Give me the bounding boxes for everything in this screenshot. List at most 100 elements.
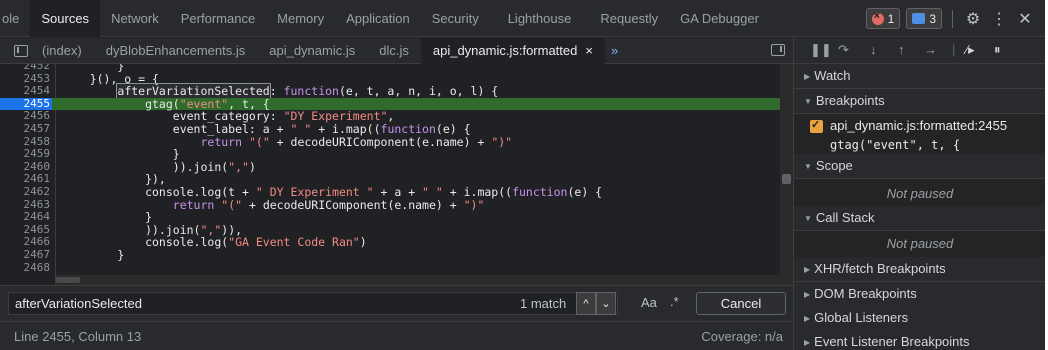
line-number[interactable]: 2462	[0, 186, 51, 198]
errors-badge[interactable]: 1	[865, 8, 901, 29]
line-number[interactable]: 2458	[0, 135, 51, 148]
deactivate-breakpoints-icon[interactable]: ⁄▸	[966, 42, 975, 58]
code-text: )).join(",")),	[62, 222, 243, 237]
code-line[interactable]: 2462 console.log(t + " DY Experiment " +…	[0, 186, 780, 199]
section-call-stack[interactable]: ▼ Call Stack	[794, 206, 1045, 231]
section-scope[interactable]: ▼ Scope	[794, 154, 1045, 179]
line-number[interactable]: 2460	[0, 160, 51, 173]
kebab-icon[interactable]: ⋮	[989, 9, 1009, 29]
errors-count: 1	[887, 11, 895, 26]
tab-application[interactable]: Application	[335, 0, 421, 37]
line-number[interactable]: 2461	[0, 173, 51, 185]
scroll-thumb-h[interactable]	[56, 277, 80, 283]
line-number[interactable]: 2467	[0, 249, 51, 261]
code-text: event_category: "DY Experiment",	[62, 109, 395, 124]
toggle-navigator-icon[interactable]	[14, 44, 28, 57]
coverage-status[interactable]: Coverage: n/a	[701, 329, 783, 344]
line-number[interactable]: 2457	[0, 123, 51, 135]
horizontal-scrollbar[interactable]	[56, 275, 780, 285]
code-line[interactable]: 2459 }	[0, 148, 780, 161]
debugger-toolbar: ❚❚ ↷ ↓ ↑ → | ⁄▸ ⏸	[794, 38, 1045, 64]
tab-lighthouse[interactable]: Lighthouse	[490, 0, 583, 37]
code-line[interactable]: 2456 event_category: "DY Experiment",	[0, 109, 780, 124]
messages-badge[interactable]: 3	[906, 8, 942, 29]
line-number[interactable]: 2455	[0, 97, 52, 110]
step-out-icon[interactable]: ↑	[898, 42, 905, 57]
breakpoint-location: api_dynamic.js:formatted:2455	[830, 118, 1008, 133]
code-text: }	[62, 64, 125, 73]
section-xhr-breakpoints[interactable]: ▶ XHR/fetch Breakpoints	[794, 257, 1045, 282]
pause-on-exceptions-icon[interactable]: ⏸	[994, 42, 1001, 58]
section-event-listener-breakpoints[interactable]: ▶ Event Listener Breakpoints	[794, 330, 1045, 350]
code-line[interactable]: 2463 return "(" + decodeURIComponent(e.n…	[0, 198, 780, 211]
code-line[interactable]: 2454 afterVariationSelected: function(e,…	[0, 83, 780, 100]
messages-count: 3	[929, 11, 936, 26]
code-text: afterVariationSelected: function(e, t, a…	[116, 83, 499, 100]
line-number[interactable]: 2466	[0, 236, 51, 248]
section-dom-breakpoints[interactable]: ▶ DOM Breakpoints	[794, 282, 1045, 307]
scroll-thumb[interactable]	[782, 174, 791, 184]
code-text: gtag("event", t, {	[62, 96, 270, 111]
section-label: Global Listeners	[814, 310, 909, 325]
breakpoint-checkbox[interactable]	[810, 118, 823, 133]
vertical-scrollbar[interactable]	[780, 64, 793, 285]
code-editor[interactable]: 2452 } 2453 }(), o = {2454 afterVariation…	[0, 64, 793, 285]
code-line[interactable]: 2460 )).join(",")	[0, 160, 780, 173]
tab-sources[interactable]: Sources	[30, 0, 101, 37]
step-into-icon[interactable]: ↓	[870, 42, 877, 57]
code-line[interactable]: 2461 }),	[0, 173, 780, 186]
step-over-icon[interactable]: ↷	[838, 42, 849, 58]
code-line[interactable]: 2453 }(), o = {	[0, 72, 780, 85]
toggle-debugger-icon[interactable]	[771, 44, 785, 56]
paused-line[interactable]: 2455 gtag("event", t, {	[0, 96, 780, 111]
previous-match-button[interactable]: ^	[576, 292, 596, 315]
devtools-window: ole Sources Network Performance Memory A…	[0, 0, 1045, 350]
code-line[interactable]: 2468	[0, 261, 780, 274]
tab-ga-debugger[interactable]: GA Debugger	[669, 0, 770, 37]
tab-memory[interactable]: Memory	[266, 0, 335, 37]
file-tab-api-dynamic[interactable]: api_dynamic.js	[257, 38, 367, 64]
pause-icon[interactable]: ❚❚	[810, 42, 832, 58]
toolbar-right: 1 3 ⚙ ⋮ ✕	[865, 0, 1045, 37]
more-tabs-icon[interactable]: »	[605, 43, 618, 58]
line-number[interactable]: 2456	[0, 110, 51, 122]
tab-network[interactable]: Network	[100, 0, 170, 37]
gear-icon[interactable]: ⚙	[963, 9, 983, 29]
file-tab-dyblob[interactable]: dyBlobEnhancements.js	[94, 38, 257, 64]
line-number[interactable]: 2453	[0, 72, 51, 85]
section-global-listeners[interactable]: ▶ Global Listeners	[794, 306, 1045, 331]
code-line[interactable]: 2466 console.log("GA Event Code Ran")	[0, 236, 780, 249]
line-number[interactable]: 2465	[0, 223, 51, 236]
cancel-button[interactable]: Cancel	[696, 292, 786, 315]
line-number[interactable]: 2463	[0, 198, 51, 211]
code-line[interactable]: 2467 }	[0, 249, 780, 262]
match-case-button[interactable]: Aa	[641, 295, 657, 310]
collapsed-triangle-icon: ▶	[804, 72, 811, 81]
regex-button[interactable]: .*	[670, 294, 679, 309]
tab-console[interactable]: ole	[0, 0, 30, 37]
line-number[interactable]: 2464	[0, 211, 51, 223]
tab-security[interactable]: Security	[421, 0, 490, 37]
section-watch[interactable]: ▶ Watch	[794, 64, 1045, 89]
section-breakpoints[interactable]: ▼ Breakpoints	[794, 89, 1045, 114]
file-tab-api-dynamic-formatted[interactable]: api_dynamic.js:formatted ×	[420, 37, 605, 64]
next-match-button[interactable]: ⌄	[596, 292, 616, 315]
line-number[interactable]: 2452	[0, 64, 51, 72]
tab-performance[interactable]: Performance	[170, 0, 266, 37]
close-icon[interactable]: ✕	[1015, 9, 1035, 29]
code-line[interactable]: 2457 event_label: a + " " + i.map((funct…	[0, 123, 780, 136]
file-tab-dlc[interactable]: dlc.js	[367, 38, 421, 64]
line-number[interactable]: 2468	[0, 261, 51, 274]
code-line[interactable]: 2464 }	[0, 211, 780, 224]
code-line[interactable]: 2465 )).join(",")),	[0, 222, 780, 237]
section-label: XHR/fetch Breakpoints	[814, 261, 946, 276]
tab-requestly[interactable]: Requestly	[582, 0, 669, 37]
code-line[interactable]: 2458 return "(" + decodeURIComponent(e.n…	[0, 135, 780, 148]
file-tab-index[interactable]: (index)	[30, 38, 94, 64]
close-tab-icon[interactable]: ×	[585, 43, 593, 58]
line-number[interactable]: 2459	[0, 148, 51, 160]
line-number[interactable]: 2454	[0, 85, 51, 97]
section-label: Event Listener Breakpoints	[814, 334, 970, 349]
code-line[interactable]: 2452 }	[0, 64, 780, 72]
step-icon[interactable]: →	[924, 42, 937, 57]
